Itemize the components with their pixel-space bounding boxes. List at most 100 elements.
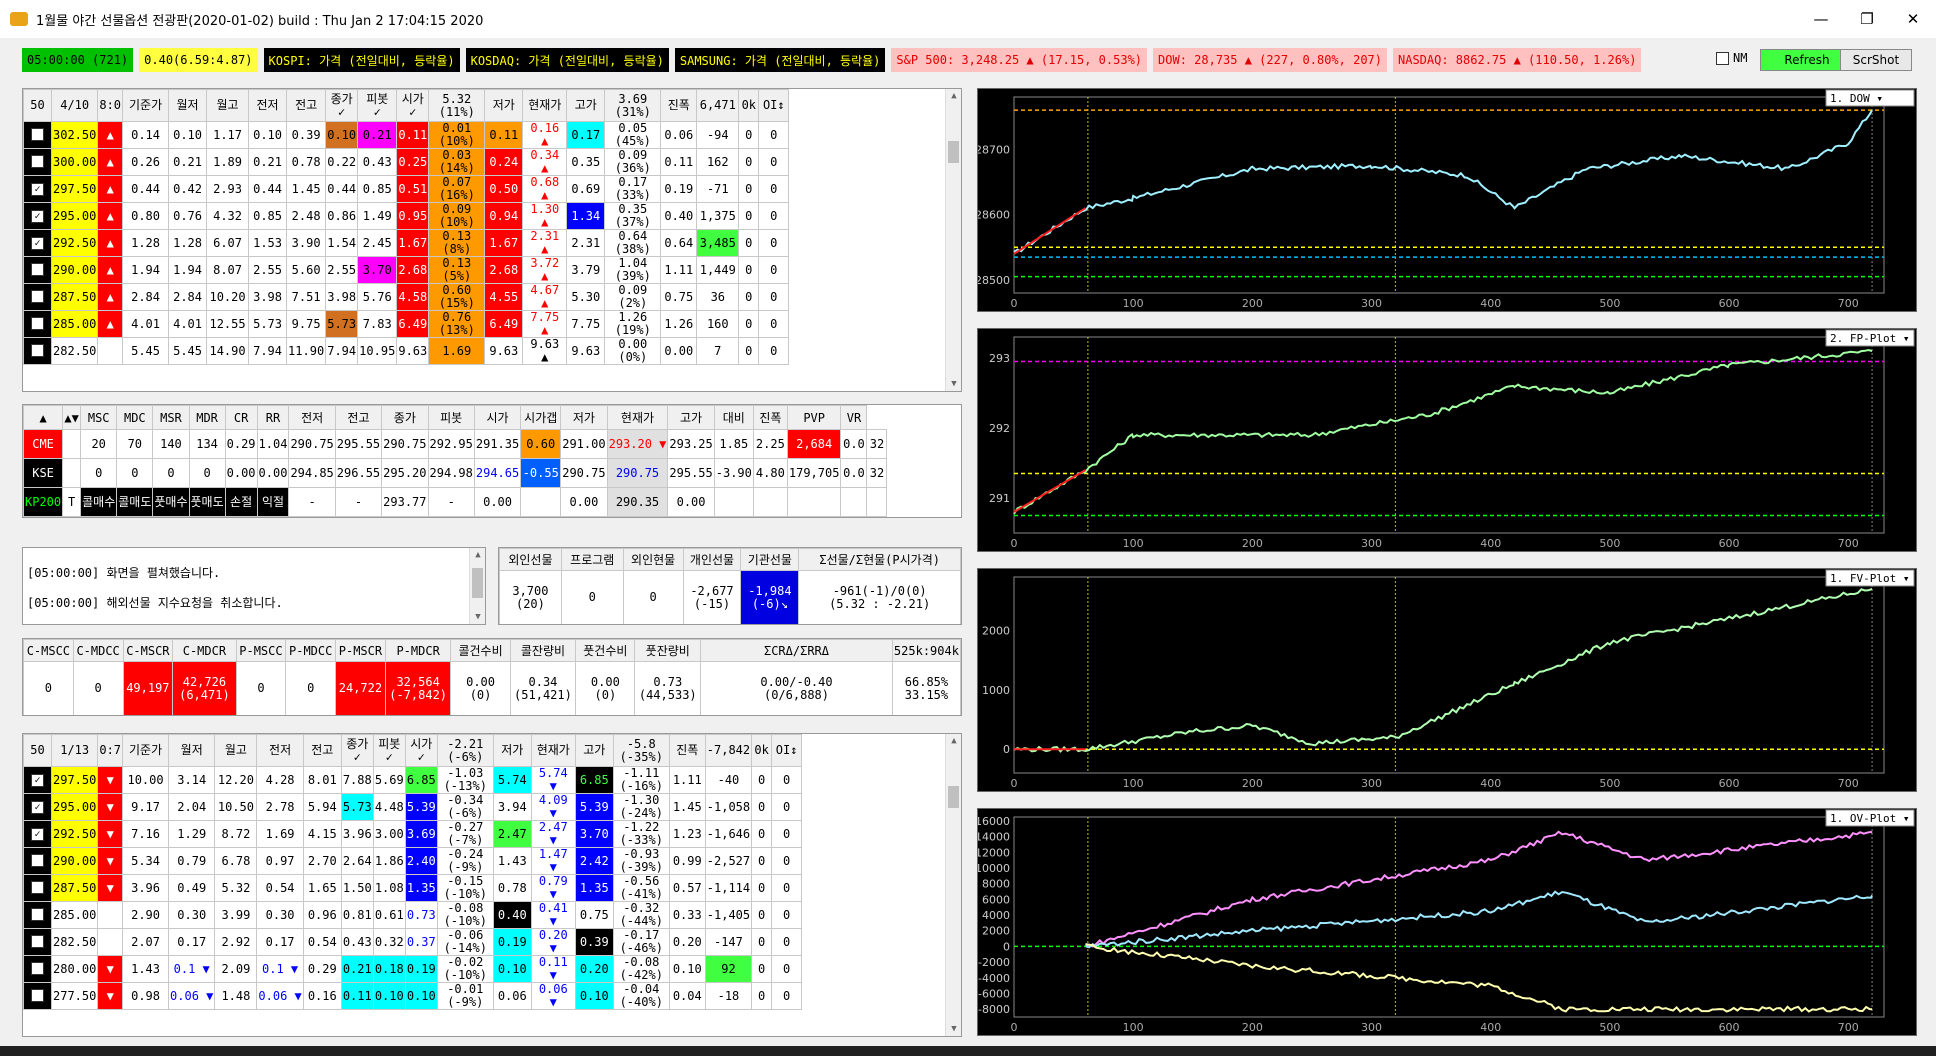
row-checkbox-cell[interactable]: ✓ [23,229,52,257]
column-header[interactable]: 저가 [560,405,608,430]
column-header[interactable]: 0:7 [97,734,124,767]
column-header[interactable]: 월고 [214,734,258,767]
column-header[interactable]: 진폭 [752,405,788,430]
column-header[interactable]: 저가 [492,734,532,767]
column-header[interactable]: MDC [116,405,154,430]
column-header[interactable]: 월저 [168,89,208,122]
row-checkbox[interactable]: ✓ [31,774,44,788]
row-checkbox[interactable] [31,853,44,867]
minimize-button[interactable]: — [1798,4,1844,34]
column-header[interactable]: 진폭 [668,734,706,767]
row-checkbox[interactable]: ✓ [31,183,44,197]
column-header[interactable]: 전고 [286,89,327,122]
column-header[interactable]: 현재가 [530,734,576,767]
column-header[interactable]: 50 [23,89,52,122]
column-header[interactable]: MDR [188,405,226,430]
row-checkbox[interactable] [31,154,44,168]
row-checkbox[interactable] [31,343,44,357]
column-header[interactable]: 현재가 [522,89,568,122]
column-header[interactable]: 현재가 [606,405,669,430]
column-header[interactable]: CR [224,405,258,430]
column-header[interactable]: 피봇 ✓ [357,89,398,122]
column-header[interactable]: RR [256,405,290,430]
row-checkbox-cell[interactable]: ✓ [23,202,52,230]
column-header[interactable]: PVP [786,405,842,430]
row-checkbox-cell[interactable] [23,847,52,875]
column-header[interactable]: MSC [80,405,118,430]
maximize-button[interactable]: ❐ [1844,4,1890,34]
column-header[interactable]: 시가갭 [520,405,562,430]
column-header[interactable]: 0k [751,734,773,767]
row-checkbox[interactable] [31,880,44,894]
column-header[interactable]: 종가 ✓ [340,734,374,767]
row-checkbox-cell[interactable] [23,955,52,983]
column-header[interactable]: 기준가 [122,734,170,767]
screenshot-button[interactable]: ScrShot [1840,49,1912,71]
column-header[interactable]: 전저 [288,405,336,430]
column-header[interactable]: 종가 ✓ [325,89,359,122]
close-button[interactable]: ✕ [1890,4,1936,34]
column-header[interactable]: 전저 [256,734,304,767]
chart-selector[interactable]: 1. OV-Plot ▾ [1825,809,1915,827]
column-header[interactable]: 고가 [566,89,606,122]
column-header[interactable]: 1/13 [50,734,99,767]
column-header[interactable]: 대비 [713,405,754,430]
column-header[interactable]: 월고 [206,89,250,122]
column-header[interactable]: 월저 [168,734,216,767]
row-checkbox[interactable] [31,988,44,1002]
put-table-scrollbar[interactable]: ▲ ▼ [945,734,961,1036]
column-header[interactable]: 고가 [574,734,614,767]
row-checkbox-cell[interactable] [23,982,52,1010]
column-header[interactable]: 시가 ✓ [404,734,438,767]
column-header[interactable]: 4/10 [50,89,99,122]
column-header[interactable]: -7,842 [704,734,753,767]
column-header[interactable]: 고가 [667,405,715,430]
row-checkbox-cell[interactable] [23,256,52,284]
column-header[interactable]: -5.8 (-35%) [612,734,670,767]
chart-selector[interactable]: 2. FP-Plot ▾ [1825,329,1915,347]
nm-option[interactable]: NM [1716,51,1747,65]
chart-selector[interactable]: 1. FV-Plot ▾ [1825,569,1915,587]
column-header[interactable]: ▲▼ [62,405,82,430]
column-header[interactable]: 종가 [381,405,429,430]
column-header[interactable]: OI↕ [771,734,803,767]
column-header[interactable]: ▲ [23,405,64,430]
column-header[interactable]: 6,471 [696,89,740,122]
row-checkbox[interactable]: ✓ [31,828,44,842]
column-header[interactable]: 전저 [248,89,288,122]
column-header[interactable]: 3.69 (31%) [604,89,662,122]
call-table-scrollbar[interactable]: ▲ ▼ [945,89,961,391]
column-header[interactable]: VR [840,405,868,430]
column-header[interactable]: MSR [152,405,190,430]
row-checkbox[interactable] [31,127,44,141]
column-header[interactable]: 저가 [484,89,524,122]
row-checkbox[interactable] [31,934,44,948]
chart-selector[interactable]: 1. DOW ▾ [1825,89,1915,107]
row-checkbox[interactable] [31,961,44,975]
row-checkbox-cell[interactable]: ✓ [23,793,52,821]
row-checkbox-cell[interactable] [23,283,52,311]
row-checkbox-cell[interactable] [23,901,52,929]
row-checkbox-cell[interactable] [23,874,52,902]
nm-checkbox[interactable] [1716,51,1729,65]
row-checkbox-cell[interactable] [23,121,52,149]
row-checkbox-cell[interactable] [23,148,52,176]
row-checkbox[interactable] [31,316,44,330]
column-header[interactable]: 50 [23,734,52,767]
row-checkbox-cell[interactable] [23,337,52,365]
column-header[interactable]: 피봇 [427,405,475,430]
row-checkbox[interactable]: ✓ [31,210,44,224]
row-checkbox[interactable] [31,289,44,303]
column-header[interactable]: 8:0 [97,89,124,122]
row-checkbox-cell[interactable]: ✓ [23,820,52,848]
row-checkbox[interactable] [31,907,44,921]
column-header[interactable]: 피봇 ✓ [372,734,406,767]
row-checkbox[interactable]: ✓ [31,801,44,815]
row-checkbox-cell[interactable]: ✓ [23,175,52,203]
row-checkbox-cell[interactable] [23,310,52,338]
column-header[interactable]: -2.21 (-6%) [436,734,494,767]
column-header[interactable]: 진폭 [660,89,698,122]
column-header[interactable]: 전고 [334,405,383,430]
row-checkbox-cell[interactable]: ✓ [23,766,52,794]
row-checkbox[interactable] [31,262,44,276]
